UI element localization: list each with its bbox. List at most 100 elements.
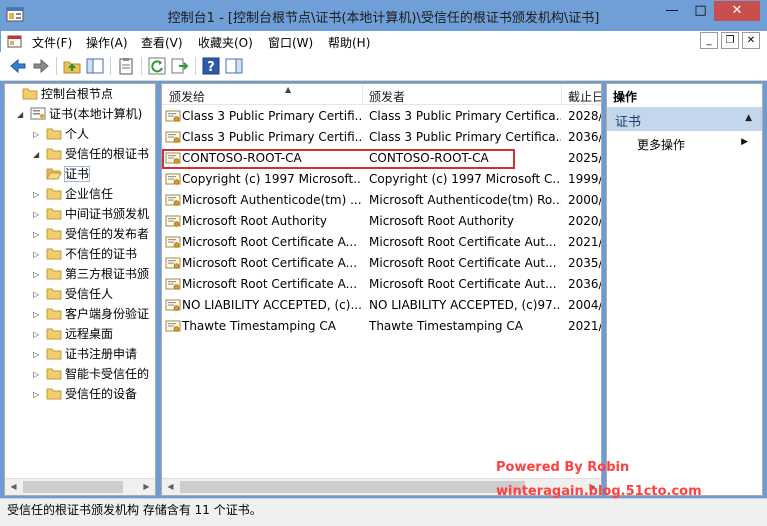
collapsed-arrow-icon[interactable]: ▷	[33, 205, 44, 224]
minimize-button[interactable]: —	[658, 1, 686, 21]
collapse-up-icon[interactable]: ▲	[745, 113, 752, 123]
collapsed-arrow-icon[interactable]: ▷	[33, 265, 44, 284]
cell-issued-by: Microsoft Root Certificate Aut...	[369, 235, 557, 249]
tree-item[interactable]: 控制台根节点	[9, 85, 113, 104]
scrollbar-thumb[interactable]	[23, 481, 123, 493]
column-issued-to[interactable]: 颁发给	[169, 88, 205, 105]
tree-item[interactable]: ◢ 受信任的根证书	[33, 145, 149, 164]
column-expiration[interactable]: 截止日	[568, 88, 601, 105]
expanded-arrow-icon[interactable]: ◢	[17, 105, 28, 124]
table-row[interactable]: Microsoft Root Certificate A... Microsoft…	[162, 274, 601, 295]
tree-item[interactable]: ▷ 受信任的设备	[33, 385, 137, 404]
cell-expiration: 2021/	[568, 235, 602, 249]
collapsed-arrow-icon[interactable]: ▷	[33, 285, 44, 304]
table-row[interactable]: Microsoft Authenticode(tm) ... Microsoft …	[162, 190, 601, 211]
column-separator[interactable]	[561, 85, 562, 104]
tree-item[interactable]: ▷ 第三方根证书颁	[33, 265, 149, 284]
mdi-close-button[interactable]: ✕	[742, 32, 760, 49]
svg-text:?: ?	[207, 60, 215, 75]
cell-expiration: 2020/	[568, 214, 602, 228]
table-row[interactable]: Class 3 Public Primary Certifi... Class 3…	[162, 106, 601, 127]
folder-icon	[46, 227, 62, 240]
menu-bar: 文件(F) 操作(A) 查看(V) 收藏夹(O) 窗口(W) 帮助(H) _ ❐…	[0, 31, 767, 52]
maximize-button[interactable]: □	[687, 1, 714, 21]
tree-item[interactable]: ▷ 证书注册申请	[33, 345, 137, 364]
collapsed-arrow-icon[interactable]: ▷	[33, 225, 44, 244]
actions-section-certificates[interactable]: 证书 ▲	[607, 107, 762, 131]
tree-item[interactable]: ▷ 远程桌面	[33, 325, 113, 344]
certificate-icon	[165, 193, 181, 206]
menu-file[interactable]: 文件(F)	[32, 34, 72, 51]
more-actions-item[interactable]: 更多操作	[637, 136, 685, 153]
cell-issued-to: Microsoft Root Authority	[165, 211, 362, 232]
tree-item[interactable]: ▷ 不信任的证书	[33, 245, 137, 264]
tree-item[interactable]: ▷ 受信任人	[33, 285, 113, 304]
tree-horizontal-scrollbar[interactable]: ◀ ▶	[5, 478, 155, 495]
expanded-arrow-icon[interactable]: ◢	[33, 145, 44, 164]
actions-pane: 操作 证书 ▲ 更多操作 ▶	[606, 83, 763, 496]
collapsed-arrow-icon[interactable]: ▷	[33, 125, 44, 144]
tree-item[interactable]: ▷ 客户端身份验证	[33, 305, 149, 324]
refresh-icon[interactable]	[147, 56, 167, 76]
scroll-left-icon[interactable]: ◀	[5, 479, 22, 495]
actions-header: 操作	[607, 84, 762, 106]
back-arrow-icon[interactable]	[8, 56, 28, 76]
menu-favorites[interactable]: 收藏夹(O)	[198, 34, 253, 51]
forward-arrow-icon[interactable]	[31, 56, 51, 76]
collapsed-arrow-icon[interactable]: ▷	[33, 345, 44, 364]
tree-item[interactable]: ▷ 个人	[33, 125, 89, 144]
table-row[interactable]: NO LIABILITY ACCEPTED, (c)... NO LIABILIT…	[162, 295, 601, 316]
table-row[interactable]: Thawte Timestamping CA Thawte Timestampin…	[162, 316, 601, 337]
table-row[interactable]: Class 3 Public Primary Certifi... Class 3…	[162, 127, 601, 148]
show-hide-action-pane-icon[interactable]	[224, 56, 244, 76]
highlight-box	[162, 149, 515, 169]
collapsed-arrow-icon[interactable]: ▷	[33, 325, 44, 344]
mdi-minimize-button[interactable]: _	[700, 32, 718, 49]
scrollbar-thumb[interactable]	[180, 481, 525, 493]
properties-icon[interactable]	[116, 56, 136, 76]
collapsed-arrow-icon[interactable]: ▷	[33, 245, 44, 264]
table-row[interactable]: Copyright (c) 1997 Microsoft... Copyright…	[162, 169, 601, 190]
menu-view[interactable]: 查看(V)	[141, 34, 183, 51]
tree-item[interactable]: ▷ 企业信任	[33, 185, 113, 204]
tree-item[interactable]: ◢ 证书(本地计算机)	[17, 105, 142, 124]
tree-item[interactable]: ▷ 中间证书颁发机	[33, 205, 149, 224]
menu-action[interactable]: 操作(A)	[86, 34, 128, 51]
collapsed-arrow-icon[interactable]: ▷	[33, 385, 44, 404]
folder-icon	[46, 147, 62, 160]
menu-help[interactable]: 帮助(H)	[328, 34, 370, 51]
cell-issued-by: Microsoft Root Certificate Aut...	[369, 277, 557, 291]
cell-issued-to: Microsoft Root Certificate A...	[165, 253, 362, 274]
show-hide-tree-icon[interactable]	[85, 56, 105, 76]
cell-issued-to: Class 3 Public Primary Certifi...	[165, 106, 362, 127]
collapsed-arrow-icon[interactable]: ▷	[33, 305, 44, 324]
mdi-restore-button[interactable]: ❐	[721, 32, 739, 49]
collapsed-arrow-icon[interactable]: ▷	[33, 365, 44, 384]
certificate-icon	[165, 172, 181, 185]
menu-window[interactable]: 窗口(W)	[268, 34, 313, 51]
folder-icon	[46, 307, 62, 320]
close-button[interactable]: ✕	[714, 1, 760, 21]
tree-item-label: 证书(本地计算机)	[49, 107, 143, 121]
column-separator[interactable]	[362, 85, 363, 104]
help-icon[interactable]: ?	[201, 56, 221, 76]
tree-item-label: 受信任人	[65, 287, 114, 301]
table-row[interactable]: Microsoft Root Certificate A... Microsoft…	[162, 232, 602, 253]
tree-item[interactable]: ▷ 受信任的发布者	[33, 225, 149, 244]
folder-icon	[22, 87, 38, 100]
submenu-arrow-icon[interactable]: ▶	[741, 137, 748, 147]
console-menu-icon[interactable]	[7, 34, 22, 49]
export-list-icon[interactable]	[170, 56, 190, 76]
up-folder-icon[interactable]	[62, 56, 82, 76]
table-row[interactable]: Microsoft Root Certificate A... Microsoft…	[162, 253, 601, 274]
scroll-right-icon[interactable]: ▶	[138, 479, 155, 495]
scroll-left-icon[interactable]: ◀	[162, 479, 179, 495]
tree-item[interactable]: ▷ 智能卡受信任的	[33, 365, 149, 384]
collapsed-arrow-icon[interactable]: ▷	[33, 185, 44, 204]
certificate-icon	[165, 214, 181, 227]
column-issued-by[interactable]: 颁发者	[369, 88, 405, 105]
tree-item[interactable]: 证书	[33, 165, 91, 184]
folder-icon	[46, 347, 62, 360]
folder-icon	[46, 247, 62, 260]
table-row[interactable]: Microsoft Root Authority Microsoft Root A…	[162, 211, 602, 232]
